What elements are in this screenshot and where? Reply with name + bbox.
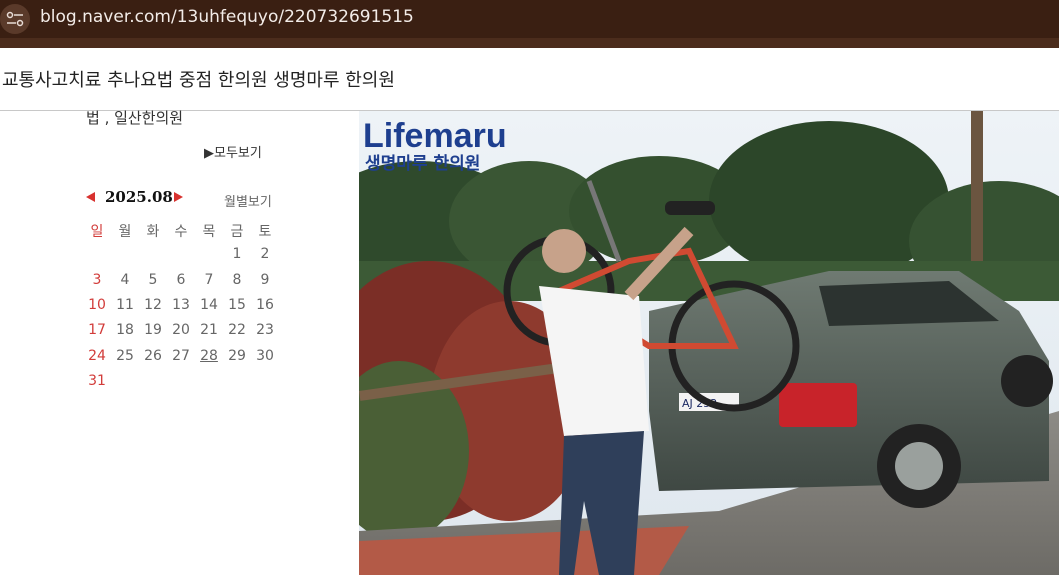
calendar-day[interactable]: 5 <box>140 272 166 288</box>
calendar-day[interactable]: 15 <box>224 297 250 313</box>
calendar-day[interactable]: 23 <box>252 322 278 338</box>
calendar-weekday: 목 <box>202 224 216 240</box>
logo-korean-text: 생명마루 한의원 <box>365 154 480 174</box>
calendar-weekday: 월 <box>118 224 132 240</box>
calendar-day[interactable]: 9 <box>252 272 278 288</box>
post-header: 교통사고치료 추나요법 중점 한의원 생명마루 한의원 <box>0 48 1059 111</box>
browser-strip <box>0 38 1059 48</box>
calendar-day[interactable]: 30 <box>252 348 278 364</box>
calendar-day[interactable]: 22 <box>224 322 250 338</box>
calendar-day[interactable]: 20 <box>168 322 194 338</box>
calendar-day[interactable]: 27 <box>168 348 194 364</box>
post-photo: AJ 252 ... Lifemaru 생명마루 한의원 <box>359 111 1059 575</box>
calendar-day[interactable]: 16 <box>252 297 278 313</box>
calendar-day[interactable]: 8 <box>224 272 250 288</box>
url-text[interactable]: blog.naver.com/13uhfequyo/220732691515 <box>40 7 414 27</box>
calendar-day[interactable]: 1 <box>224 246 250 262</box>
view-all-link[interactable]: ▶모두보기 <box>204 142 262 161</box>
calendar-day[interactable]: 13 <box>168 297 194 313</box>
calendar-day[interactable]: 28 <box>196 348 222 364</box>
calendar-day[interactable]: 11 <box>112 297 138 313</box>
calendar-day[interactable]: 31 <box>84 373 110 389</box>
calendar-day[interactable]: 14 <box>196 297 222 313</box>
calendar-day[interactable]: 12 <box>140 297 166 313</box>
calendar-weekday: 화 <box>146 224 160 240</box>
logo-text: Lifemaru <box>363 117 507 155</box>
calendar-month: 2025.08 <box>105 188 173 206</box>
sidebar: 법 , 일산한의원 ▶모두보기 2025.08 월별보기 일월화수목금토1234… <box>0 109 358 575</box>
site-settings-icon[interactable] <box>0 4 30 34</box>
calendar-day[interactable]: 25 <box>112 348 138 364</box>
calendar-day[interactable]: 18 <box>112 322 138 338</box>
prev-month-button[interactable] <box>86 192 95 202</box>
monthly-view-link[interactable]: 월별보기 <box>224 191 272 210</box>
calendar-day[interactable]: 29 <box>224 348 250 364</box>
calendar-day[interactable]: 19 <box>140 322 166 338</box>
calendar-weekday: 토 <box>258 224 272 240</box>
calendar-day[interactable]: 17 <box>84 322 110 338</box>
category-text[interactable]: 법 , 일산한의원 <box>86 107 183 128</box>
calendar-day[interactable]: 3 <box>84 272 110 288</box>
calendar-weekday: 수 <box>174 224 188 240</box>
next-month-button[interactable] <box>174 192 183 202</box>
calendar-day[interactable]: 2 <box>252 246 278 262</box>
calendar-day[interactable]: 7 <box>196 272 222 288</box>
calendar-day[interactable]: 4 <box>112 272 138 288</box>
browser-address-bar: blog.naver.com/13uhfequyo/220732691515 <box>0 0 1059 38</box>
calendar-day[interactable]: 21 <box>196 322 222 338</box>
calendar-day[interactable]: 6 <box>168 272 194 288</box>
calendar-day[interactable]: 10 <box>84 297 110 313</box>
calendar-weekday: 일 <box>90 224 104 240</box>
calendar-day[interactable]: 24 <box>84 348 110 364</box>
calendar-day[interactable]: 26 <box>140 348 166 364</box>
calendar-weekday: 금 <box>230 224 244 240</box>
post-title: 교통사고치료 추나요법 중점 한의원 생명마루 한의원 <box>2 70 395 91</box>
